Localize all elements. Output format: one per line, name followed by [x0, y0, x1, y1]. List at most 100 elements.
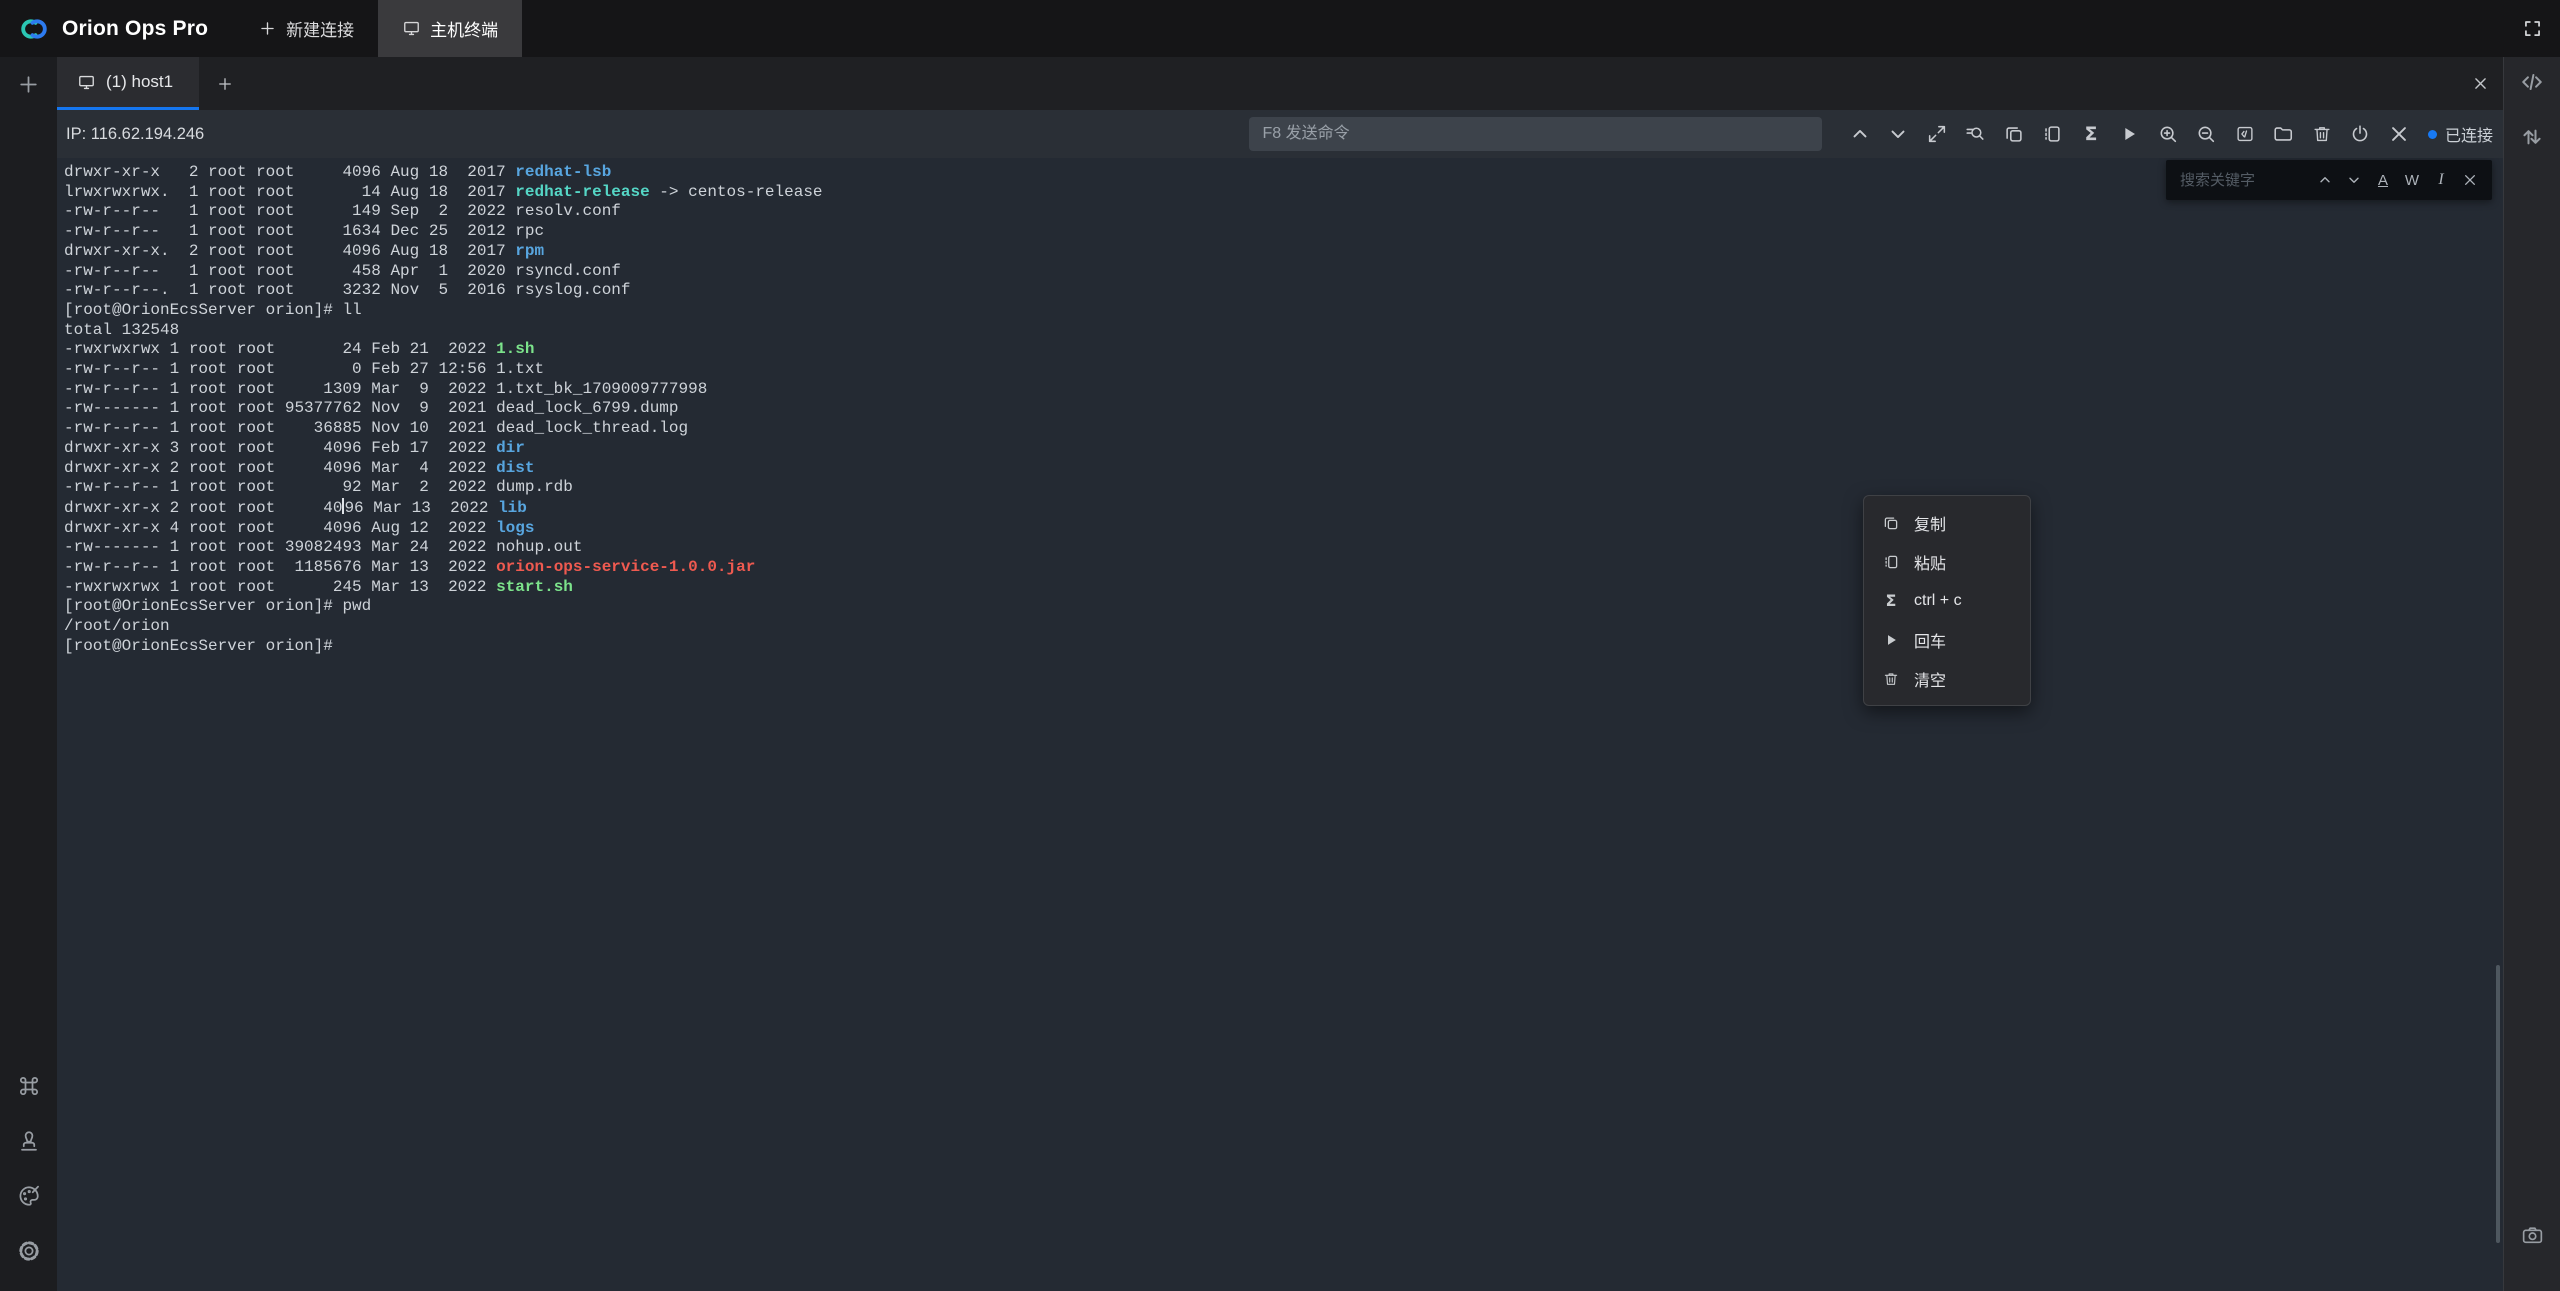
context-menu-item[interactable]: 复制 — [1864, 503, 2030, 542]
add-connection-button[interactable] — [14, 69, 44, 99]
chevron-down-button[interactable] — [1885, 121, 1911, 147]
palette-icon — [15, 1182, 43, 1210]
copy-button[interactable] — [2001, 121, 2027, 147]
nav-host-terminal[interactable]: 主机终端 — [378, 0, 522, 57]
app-logo-icon — [16, 11, 52, 47]
shortcuts-button[interactable] — [14, 1071, 44, 1101]
context-menu-item[interactable]: 粘贴 — [1864, 542, 2030, 581]
copy-icon — [2003, 123, 2025, 145]
terminal-area[interactable]: drwxr-xr-x 2 root root 4096 Aug 18 2017 … — [57, 158, 2503, 1291]
code-snippets-button[interactable] — [2517, 67, 2547, 97]
regex-icon[interactable]: I — [2431, 170, 2451, 190]
chevron-down-button[interactable] — [2344, 170, 2364, 190]
context-menu-item[interactable]: Σ ctrl + c — [1864, 581, 2030, 620]
paste-icon — [2041, 123, 2063, 145]
chevron-up-button[interactable] — [1847, 121, 1873, 147]
new-tab-button[interactable] — [199, 57, 251, 110]
sigma-icon: Σ — [1882, 592, 1900, 610]
match-case-icon[interactable]: A — [2373, 170, 2393, 190]
terminal-line: drwxr-xr-x. 2 root root 4096 Aug 18 2017… — [64, 242, 2503, 262]
topbar-spacer — [522, 0, 2504, 57]
power-button[interactable] — [2347, 121, 2373, 147]
close-button[interactable] — [2460, 170, 2480, 190]
terminal-line: -rw-r--r-- 1 root root 92 Mar 2 2022 dum… — [64, 478, 2503, 498]
expand-icon — [1926, 123, 1948, 145]
chevron-up-button[interactable] — [2315, 170, 2335, 190]
terminal-line: -rw-r--r-- 1 root root 36885 Nov 10 2021… — [64, 419, 2503, 439]
context-menu-item[interactable]: 回车 — [1864, 620, 2030, 659]
paste-icon — [1882, 553, 1900, 571]
fullscreen-button[interactable] — [2504, 0, 2560, 57]
chevron-up-icon — [2317, 172, 2333, 188]
monitor-icon — [77, 73, 96, 92]
plus-icon — [16, 72, 41, 97]
play-button[interactable] — [2116, 121, 2142, 147]
app-title: Orion Ops Pro — [62, 17, 208, 41]
zoom-out-button[interactable] — [2193, 121, 2219, 147]
terminal-line: -rw-r--r-- 1 root root 149 Sep 2 2022 re… — [64, 202, 2503, 222]
folder-button[interactable] — [2270, 121, 2296, 147]
terminal-line: -rw-r--r-- 1 root root 1185676 Mar 13 20… — [64, 558, 2503, 578]
play-icon — [2118, 123, 2140, 145]
command-icon — [15, 1072, 43, 1100]
app-window: Orion Ops Pro 新建连接 主机终端 — [0, 0, 2560, 1291]
nav-new-connection[interactable]: 新建连接 — [234, 0, 378, 57]
terminal-line: drwxr-xr-x 2 root root 4096 Mar 13 2022 … — [64, 498, 2503, 519]
connection-status: 已连接 — [2428, 122, 2493, 146]
search-text-button[interactable] — [1962, 121, 1988, 147]
close-button[interactable] — [2386, 121, 2412, 147]
terminal-line: -rw-r--r-- 1 root root 1309 Mar 9 2022 1… — [64, 380, 2503, 400]
monitor-icon — [402, 19, 421, 38]
close-tabs-button[interactable] — [2472, 57, 2489, 110]
terminal-line: -rwxrwxrwx 1 root root 245 Mar 13 2022 s… — [64, 578, 2503, 598]
identity-button[interactable] — [14, 1126, 44, 1156]
top-nav: 新建连接 主机终端 — [234, 0, 522, 57]
search-text-icon — [1964, 123, 1986, 145]
chevron-down-icon — [1887, 123, 1909, 145]
fullscreen-icon — [2522, 18, 2543, 39]
sigma-icon: Σ — [2080, 123, 2102, 145]
folder-icon — [2272, 123, 2294, 145]
chevron-down-icon — [2346, 172, 2362, 188]
sigma-button[interactable]: Σ — [2078, 121, 2104, 147]
chevron-up-icon — [1849, 123, 1871, 145]
paste-button[interactable] — [2039, 121, 2065, 147]
context-menu: 复制 粘贴 Σ ctrl + c 回车 清空 — [1863, 495, 2031, 706]
terminal-line: -rw------- 1 root root 39082493 Mar 24 2… — [64, 538, 2503, 558]
code-icon — [2518, 68, 2546, 96]
transfer-button[interactable] — [2517, 122, 2547, 152]
terminal-search-box: AWI — [2166, 160, 2492, 200]
power-icon — [2349, 123, 2371, 145]
main-area: (1) host1 IP: 116.62.194.246 Σ 已连接 — [0, 57, 2560, 1291]
tab-host1[interactable]: (1) host1 — [57, 57, 199, 110]
screenshot-button[interactable] — [2517, 1220, 2547, 1250]
search-input[interactable] — [2180, 172, 2306, 189]
terminal-line: -rw-r--r-- 1 root root 0 Feb 27 12:56 1.… — [64, 360, 2503, 380]
settings-button[interactable] — [14, 1236, 44, 1266]
terminal-line: -rw-r--r-- 1 root root 1634 Dec 25 2012 … — [64, 222, 2503, 242]
terminal-line: -rw------- 1 root root 95377762 Nov 9 20… — [64, 399, 2503, 419]
expand-button[interactable] — [1924, 121, 1950, 147]
context-menu-item[interactable]: 清空 — [1864, 659, 2030, 698]
zoom-in-icon — [2157, 123, 2179, 145]
brand: Orion Ops Pro — [0, 0, 234, 57]
zoom-in-button[interactable] — [2155, 121, 2181, 147]
scrollbar-thumb[interactable] — [2496, 965, 2500, 1243]
plus-icon — [216, 75, 234, 93]
terminal-line: total 132548 — [64, 321, 2503, 341]
terminal-line: drwxr-xr-x 4 root root 4096 Aug 12 2022 … — [64, 519, 2503, 539]
whole-word-icon[interactable]: W — [2402, 170, 2422, 190]
close-icon — [2462, 172, 2478, 188]
terminal-line: drwxr-xr-x 3 root root 4096 Feb 17 2022 … — [64, 439, 2503, 459]
close-icon — [2472, 75, 2489, 92]
tab-strip: (1) host1 — [57, 57, 2503, 110]
terminal-line: lrwxrwxrwx. 1 root root 14 Aug 18 2017 r… — [64, 183, 2503, 203]
trash-button[interactable] — [2309, 121, 2335, 147]
center-column: (1) host1 IP: 116.62.194.246 Σ 已连接 — [57, 57, 2503, 1291]
play-icon — [1882, 631, 1900, 649]
send-command-input[interactable] — [1249, 117, 1822, 151]
code-box-button[interactable] — [2232, 121, 2258, 147]
theme-button[interactable] — [14, 1181, 44, 1211]
zoom-out-icon — [2195, 123, 2217, 145]
status-dot-icon — [2428, 130, 2437, 139]
